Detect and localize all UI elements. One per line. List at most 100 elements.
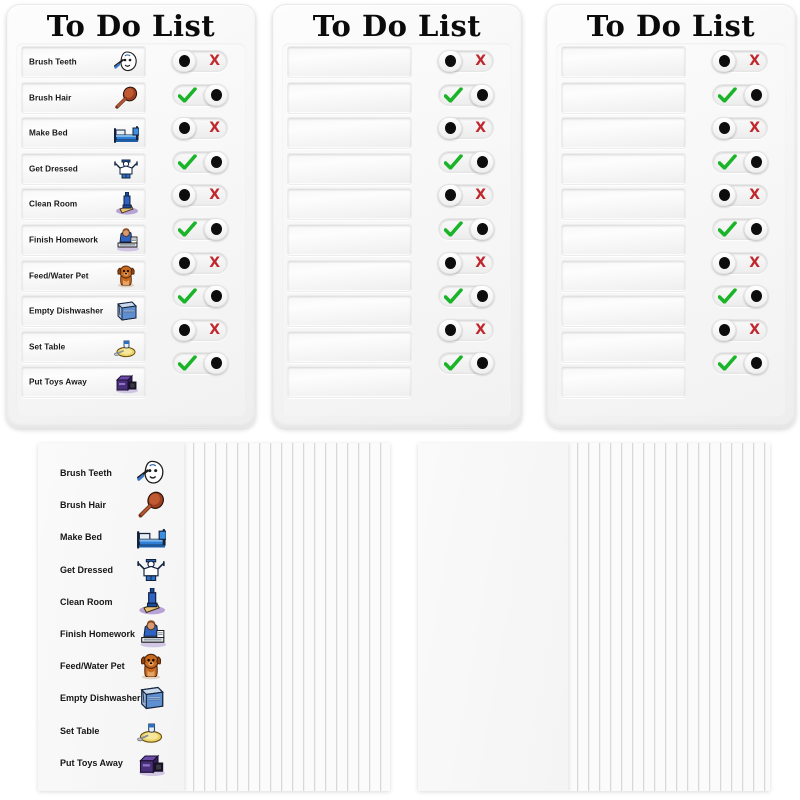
toggle-switch-done[interactable]: [172, 214, 242, 244]
toggle-switch-done[interactable]: [172, 348, 242, 378]
toggle-track[interactable]: X: [712, 184, 768, 207]
toggle-switch-done[interactable]: [438, 214, 508, 244]
toggle-track[interactable]: [172, 352, 228, 375]
toggle-switch-undone[interactable]: X: [172, 46, 242, 76]
chore-slot[interactable]: [561, 81, 686, 114]
toggle-track[interactable]: [438, 150, 494, 173]
toggle-track[interactable]: X: [712, 318, 768, 341]
chore-slot[interactable]: [287, 81, 412, 114]
toggle-track[interactable]: X: [172, 251, 228, 274]
chore-slot[interactable]: [561, 330, 686, 363]
toggle-knob[interactable]: [204, 352, 228, 375]
toggle-knob[interactable]: [744, 352, 768, 375]
chore-slot[interactable]: [287, 366, 412, 399]
toggle-switch-done[interactable]: [712, 80, 782, 110]
chore-slot[interactable]: [561, 46, 686, 78]
toggle-track[interactable]: X: [438, 184, 494, 207]
toggle-knob[interactable]: [438, 251, 462, 274]
toggle-track[interactable]: [172, 83, 228, 106]
toggle-knob[interactable]: [204, 150, 228, 173]
toggle-track[interactable]: [438, 285, 494, 308]
toggle-column[interactable]: X X X X X: [172, 46, 242, 413]
toggle-track[interactable]: [438, 217, 494, 240]
toggle-track[interactable]: X: [172, 50, 228, 72]
chore-slot[interactable]: [561, 117, 686, 150]
chore-slot[interactable]: Brush Hair: [21, 81, 146, 114]
chore-slot[interactable]: Make Bed: [21, 117, 146, 150]
chore-slot[interactable]: [561, 152, 686, 185]
chore-board-blank-b[interactable]: To Do List X X X X X: [546, 4, 796, 428]
toggle-track[interactable]: [172, 217, 228, 240]
toggle-track[interactable]: X: [438, 50, 494, 72]
toggle-knob[interactable]: [744, 150, 768, 173]
chore-slot[interactable]: Get Dressed: [21, 152, 146, 185]
toggle-knob[interactable]: [172, 184, 196, 207]
chore-slot[interactable]: [561, 259, 686, 292]
toggle-knob[interactable]: [172, 318, 196, 341]
toggle-switch-undone[interactable]: X: [712, 248, 782, 278]
chore-slot[interactable]: [561, 366, 686, 399]
toggle-knob[interactable]: [204, 217, 228, 240]
chore-slot[interactable]: [561, 188, 686, 221]
toggle-track[interactable]: X: [712, 117, 768, 140]
chore-board-blank-a[interactable]: To Do List X X X X X: [272, 4, 522, 428]
toggle-knob[interactable]: [470, 285, 494, 308]
chore-slot[interactable]: [287, 259, 412, 292]
toggle-switch-undone[interactable]: X: [712, 46, 782, 76]
toggle-track[interactable]: [438, 352, 494, 375]
toggle-knob[interactable]: [712, 251, 736, 274]
toggle-switch-undone[interactable]: X: [172, 248, 242, 278]
toggle-knob[interactable]: [470, 352, 494, 375]
toggle-switch-done[interactable]: [438, 348, 508, 378]
toggle-track[interactable]: [712, 150, 768, 173]
toggle-switch-done[interactable]: [172, 147, 242, 177]
toggle-knob[interactable]: [172, 251, 196, 274]
toggle-switch-undone[interactable]: X: [712, 315, 782, 345]
toggle-knob[interactable]: [438, 117, 462, 140]
toggle-knob[interactable]: [204, 83, 228, 106]
toggle-switch-done[interactable]: [172, 80, 242, 110]
chore-slot[interactable]: [287, 46, 412, 78]
chore-slot[interactable]: Brush Teeth: [21, 46, 146, 78]
chore-slot[interactable]: [287, 330, 412, 363]
toggle-switch-done[interactable]: [712, 348, 782, 378]
toggle-knob[interactable]: [712, 117, 736, 140]
toggle-knob[interactable]: [744, 217, 768, 240]
toggle-track[interactable]: [712, 352, 768, 375]
toggle-switch-done[interactable]: [438, 80, 508, 110]
toggle-track[interactable]: X: [438, 117, 494, 140]
toggle-track[interactable]: X: [172, 318, 228, 341]
toggle-switch-undone[interactable]: X: [172, 315, 242, 345]
chore-board-filled[interactable]: To Do List Brush Teeth Brush Hair Make Bed…: [6, 4, 256, 428]
toggle-track[interactable]: X: [438, 251, 494, 274]
toggle-switch-undone[interactable]: X: [438, 248, 508, 278]
chore-slot[interactable]: [561, 223, 686, 256]
toggle-switch-undone[interactable]: X: [438, 180, 508, 210]
toggle-track[interactable]: [712, 217, 768, 240]
toggle-knob[interactable]: [744, 285, 768, 308]
toggle-knob[interactable]: [470, 217, 494, 240]
toggle-knob[interactable]: [744, 83, 768, 106]
toggle-knob[interactable]: [204, 285, 228, 308]
toggle-knob[interactable]: [172, 117, 196, 140]
chore-slot[interactable]: [287, 188, 412, 221]
chore-slot[interactable]: Set Table: [21, 330, 146, 363]
chore-slot[interactable]: [561, 295, 686, 328]
chore-slot[interactable]: Empty Dishwasher: [21, 295, 146, 328]
chore-slot[interactable]: Feed/Water Pet: [21, 259, 146, 292]
printed-card-stack[interactable]: Brush Teeth Brush Hair Make Bed Get Dressed…: [38, 443, 390, 791]
toggle-track[interactable]: [438, 83, 494, 106]
toggle-knob[interactable]: [712, 184, 736, 207]
toggle-knob[interactable]: [172, 50, 196, 72]
toggle-switch-done[interactable]: [712, 214, 782, 244]
toggle-switch-undone[interactable]: X: [712, 180, 782, 210]
toggle-switch-undone[interactable]: X: [172, 113, 242, 143]
toggle-switch-undone[interactable]: X: [438, 46, 508, 76]
toggle-track[interactable]: [712, 285, 768, 308]
chore-slot[interactable]: [287, 223, 412, 256]
toggle-track[interactable]: [172, 150, 228, 173]
toggle-track[interactable]: [172, 285, 228, 308]
toggle-knob[interactable]: [470, 83, 494, 106]
toggle-knob[interactable]: [438, 50, 462, 72]
toggle-switch-done[interactable]: [438, 147, 508, 177]
